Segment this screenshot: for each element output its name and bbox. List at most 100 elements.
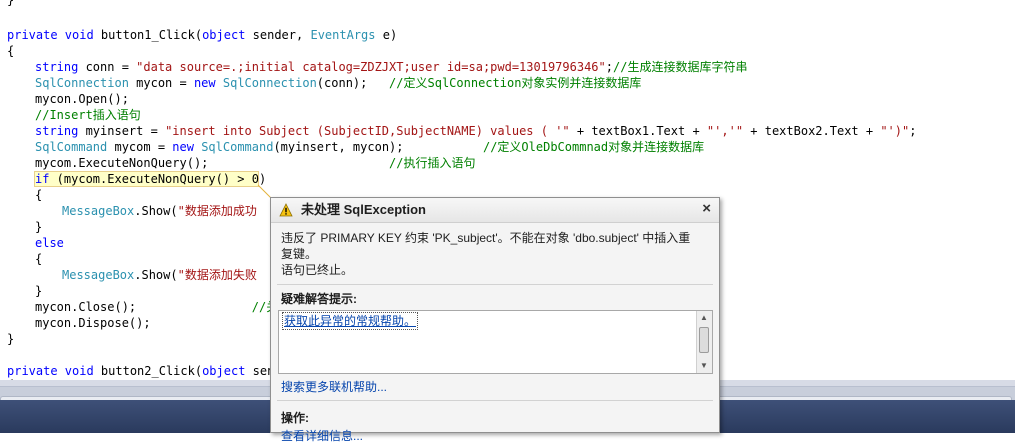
- code-text: (conn);: [316, 76, 390, 90]
- code-text: ;: [909, 124, 917, 138]
- code-line: {: [7, 43, 14, 59]
- code-text: (myinsert, mycon);: [273, 140, 483, 154]
- code-line: }: [7, 0, 14, 8]
- type-name: MessageBox: [62, 268, 135, 282]
- type-name: SqlConnection: [222, 76, 317, 90]
- code-line: //Insert插入语句: [35, 107, 141, 123]
- method-name: button1_Click(: [100, 28, 203, 42]
- code-line: mycon.Close(); //关: [35, 299, 278, 315]
- message-line: 违反了 PRIMARY KEY 约束 'PK_subject'。不能在对象 'd…: [281, 231, 691, 245]
- type-name: SqlCommand: [201, 140, 274, 154]
- popup-header: 未处理 SqlException ×: [271, 198, 719, 223]
- divider: [277, 284, 713, 285]
- code-line: mycom.ExecuteNonQuery(); //执行插入语句: [35, 155, 475, 171]
- code-line: MessageBox.Show("数据添加失败: [62, 267, 257, 283]
- type-name: SqlConnection: [35, 76, 129, 90]
- code-text: .Show(: [134, 204, 178, 218]
- code-line: string myinsert = "insert into Subject (…: [35, 123, 916, 139]
- code-line: private void button2_Click(object sende: [7, 363, 289, 379]
- code-text: .Show(: [134, 268, 178, 282]
- code-line: private void button1_Click(object sender…: [7, 27, 397, 43]
- code-line: MessageBox.Show("数据添加成功: [62, 203, 257, 219]
- string-literal: "数据添加成功: [177, 204, 257, 218]
- code-text: {: [35, 188, 43, 202]
- tips-label: 疑难解答提示:: [281, 292, 357, 306]
- comment: //定义OleDbCommnad对象并连接数据库: [482, 140, 705, 154]
- string-literal: "data source=.;initial catalog=ZDZJXT;us…: [136, 60, 606, 74]
- code-text: e): [375, 28, 398, 42]
- keyword: if: [35, 172, 50, 186]
- general-help-link[interactable]: 获取此异常的常规帮助。: [282, 312, 419, 330]
- actions-label: 操作:: [281, 411, 309, 425]
- code-text: (mycom.ExecuteNonQuery() > 0): [49, 172, 267, 186]
- scroll-up-icon[interactable]: ▲: [700, 314, 708, 322]
- troubleshooting-tips-list[interactable]: 获取此异常的常规帮助。 ▲ ▼: [278, 310, 713, 374]
- code-line: {: [35, 251, 42, 267]
- code-text: mycon.Dispose();: [35, 316, 151, 330]
- code-line: SqlConnection mycon = new SqlConnection(…: [35, 75, 641, 91]
- code-text: }: [35, 220, 43, 234]
- code-text: mycom =: [107, 140, 173, 154]
- code-text: mycon =: [128, 76, 194, 90]
- code-text: conn =: [78, 60, 137, 74]
- divider: [277, 400, 713, 401]
- keyword: object: [202, 364, 246, 378]
- code-text: mycon.Close();: [35, 300, 252, 314]
- type-name: SqlCommand: [35, 140, 108, 154]
- string-literal: "数据添加失败: [177, 268, 257, 282]
- code-text: ;: [605, 60, 613, 74]
- code-text: + textBox1.Text +: [569, 124, 707, 138]
- code-line: string conn = "data source=.;initial cat…: [35, 59, 747, 75]
- type-name: EventArgs: [310, 28, 376, 42]
- string-literal: "','": [706, 124, 744, 138]
- string-literal: "insert into Subject (SubjectID,SubjectN…: [165, 124, 570, 138]
- code-text: mycon.Open();: [35, 92, 129, 106]
- keyword: private void: [7, 28, 101, 42]
- code-line: if (mycom.ExecuteNonQuery() > 0): [35, 171, 266, 187]
- code-text: }: [7, 332, 15, 346]
- code-line: SqlCommand mycom = new SqlCommand(myinse…: [35, 139, 704, 155]
- comment: //执行插入语句: [389, 156, 476, 170]
- code-line: mycon.Open();: [35, 91, 129, 107]
- code-line: mycon.Dispose();: [35, 315, 151, 331]
- comment: //定义SqlConnection对象实例并连接数据库: [389, 76, 642, 90]
- keyword: string: [35, 60, 79, 74]
- comment: //Insert插入语句: [35, 108, 141, 122]
- view-details-link[interactable]: 查看详细信息...: [281, 428, 363, 444]
- exception-assistant-popup[interactable]: 未处理 SqlException × 违反了 PRIMARY KEY 约束 'P…: [270, 197, 720, 443]
- code-text: + textBox2.Text +: [743, 124, 881, 138]
- code-text: sender,: [245, 28, 311, 42]
- code-line: }: [35, 283, 42, 299]
- code-line: }: [7, 331, 14, 347]
- keyword: new: [172, 140, 194, 154]
- comment: //生成连接数据库字符串: [613, 60, 748, 74]
- code-text: {: [35, 252, 43, 266]
- keyword: string: [35, 124, 79, 138]
- scrollbar-thumb[interactable]: [699, 327, 709, 353]
- code-text: {: [7, 44, 15, 58]
- close-button[interactable]: ×: [702, 200, 711, 218]
- method-name: button2_Click(: [100, 364, 203, 378]
- tips-scrollbar[interactable]: ▲ ▼: [696, 311, 712, 373]
- keyword: private void: [7, 364, 101, 378]
- search-online-help-link[interactable]: 搜索更多联机帮助...: [281, 379, 387, 395]
- string-literal: "')": [880, 124, 910, 138]
- warning-icon: [279, 203, 293, 217]
- popup-title: 未处理 SqlException: [301, 202, 426, 217]
- message-line: 语句已终止。: [281, 263, 354, 277]
- code-line: {: [35, 187, 42, 203]
- keyword: else: [35, 236, 64, 250]
- code-line: }: [35, 219, 42, 235]
- code-text: mycom.ExecuteNonQuery();: [35, 156, 390, 170]
- message-line: 复键。: [281, 247, 318, 261]
- keyword: object: [202, 28, 246, 42]
- code-text: myinsert =: [78, 124, 166, 138]
- exception-message: 违反了 PRIMARY KEY 约束 'PK_subject'。不能在对象 'd…: [281, 230, 706, 278]
- code-line: else: [35, 235, 64, 251]
- code-text: }: [35, 284, 43, 298]
- keyword: new: [193, 76, 216, 90]
- type-name: MessageBox: [62, 204, 135, 218]
- code-text: }: [7, 0, 15, 7]
- scroll-down-icon[interactable]: ▼: [700, 362, 708, 370]
